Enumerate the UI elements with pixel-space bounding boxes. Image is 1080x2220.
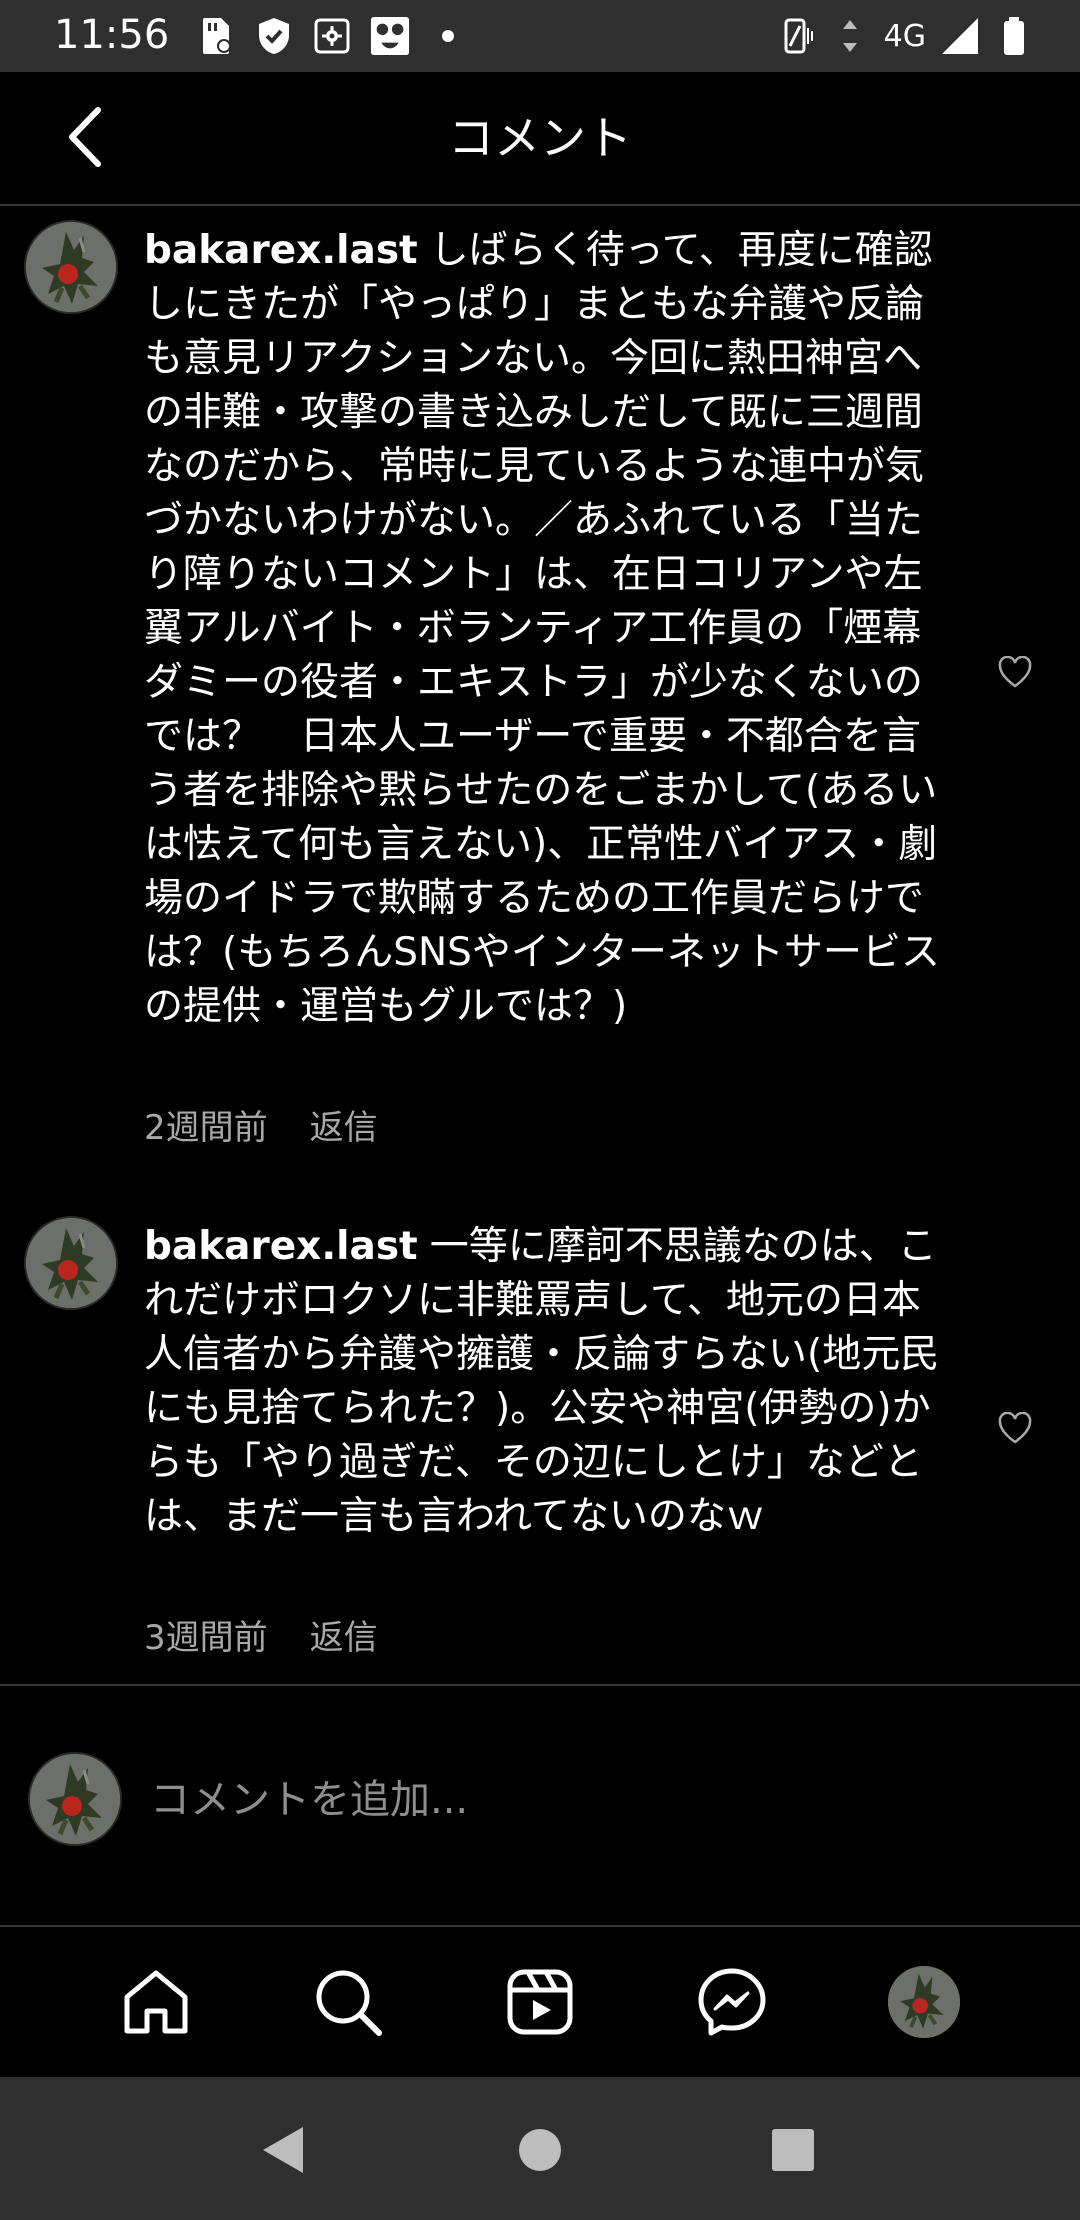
system-home-button[interactable] — [505, 2115, 575, 2185]
heart-outline-icon — [998, 1412, 1032, 1444]
battery-icon — [994, 16, 1034, 56]
settings-box-icon — [312, 16, 352, 56]
comment-input[interactable] — [150, 1760, 1030, 1840]
search-icon — [316, 1970, 382, 2036]
status-time: 11:56 — [54, 12, 170, 58]
comment-text: しばらく待って、再度に確認しにきたが「やっぱり」まともな弁護や反論も意見リアクシ… — [144, 228, 940, 1029]
dot-icon — [428, 16, 468, 56]
home-icon — [124, 1970, 188, 2034]
recents-square-icon — [772, 2129, 814, 2171]
comment-text-block: bakarex.last しばらく待って、再度に確認しにきたが「やっぱり」まともな… — [144, 224, 944, 1034]
nav-profile[interactable] — [882, 1960, 966, 2044]
back-triangle-icon — [263, 2127, 303, 2173]
vibrate-icon — [776, 16, 816, 56]
comment-time: 2週間前 — [144, 1108, 268, 1148]
nav-messenger[interactable] — [690, 1960, 774, 2044]
system-back-button[interactable] — [247, 2115, 317, 2185]
comment-list: bakarex.last しばらく待って、再度に確認しにきたが「やっぱり」まともな… — [0, 206, 1080, 1684]
comment-meta: 3週間前 返信 — [144, 1610, 378, 1659]
status-bar: 11:56 4G — [0, 0, 1080, 72]
nav-search[interactable] — [306, 1960, 390, 2044]
network-type: 4G — [883, 18, 926, 54]
bottom-nav — [0, 1927, 1080, 2077]
comment-text-block: bakarex.last 一等に摩訶不思議なのは、これだけボロクソに非難罵声して、… — [144, 1220, 944, 1544]
like-button[interactable] — [992, 649, 1038, 695]
comment-time: 3週間前 — [144, 1618, 268, 1658]
avatar — [28, 1752, 122, 1846]
heart-outline-icon — [998, 656, 1032, 688]
reels-icon — [507, 1969, 573, 2035]
avatar[interactable] — [24, 1216, 118, 1310]
comment-composer — [0, 1684, 1080, 1927]
comments-header: コメント — [0, 72, 1080, 206]
comment-username[interactable]: bakarex.last — [144, 228, 418, 273]
sd-card-icon — [196, 16, 236, 56]
status-icons-left — [196, 14, 468, 58]
system-recents-button[interactable] — [758, 2115, 828, 2185]
system-nav-bar — [0, 2077, 1080, 2220]
comment-text: 一等に摩訶不思議なのは、これだけボロクソに非難罵声して、地元の日本人信者から弁護… — [144, 1224, 940, 1539]
profile-avatar — [888, 1966, 960, 2038]
shield-icon — [254, 16, 294, 56]
comment-username[interactable]: bakarex.last — [144, 1224, 418, 1269]
signal-icon — [940, 16, 980, 56]
page-title: コメント — [448, 111, 632, 165]
nav-home[interactable] — [114, 1960, 198, 2044]
status-icons-right: 4G — [776, 14, 1034, 58]
reply-button[interactable]: 返信 — [310, 1100, 378, 1149]
reply-button[interactable]: 返信 — [310, 1610, 378, 1659]
messenger-icon — [698, 1968, 766, 2036]
like-button[interactable] — [992, 1405, 1038, 1451]
app-face-icon — [370, 16, 410, 56]
nav-reels[interactable] — [498, 1960, 582, 2044]
data-arrows-icon — [830, 16, 870, 56]
home-circle-icon — [519, 2129, 561, 2171]
avatar[interactable] — [24, 220, 118, 314]
comment-meta: 2週間前 返信 — [144, 1100, 378, 1149]
